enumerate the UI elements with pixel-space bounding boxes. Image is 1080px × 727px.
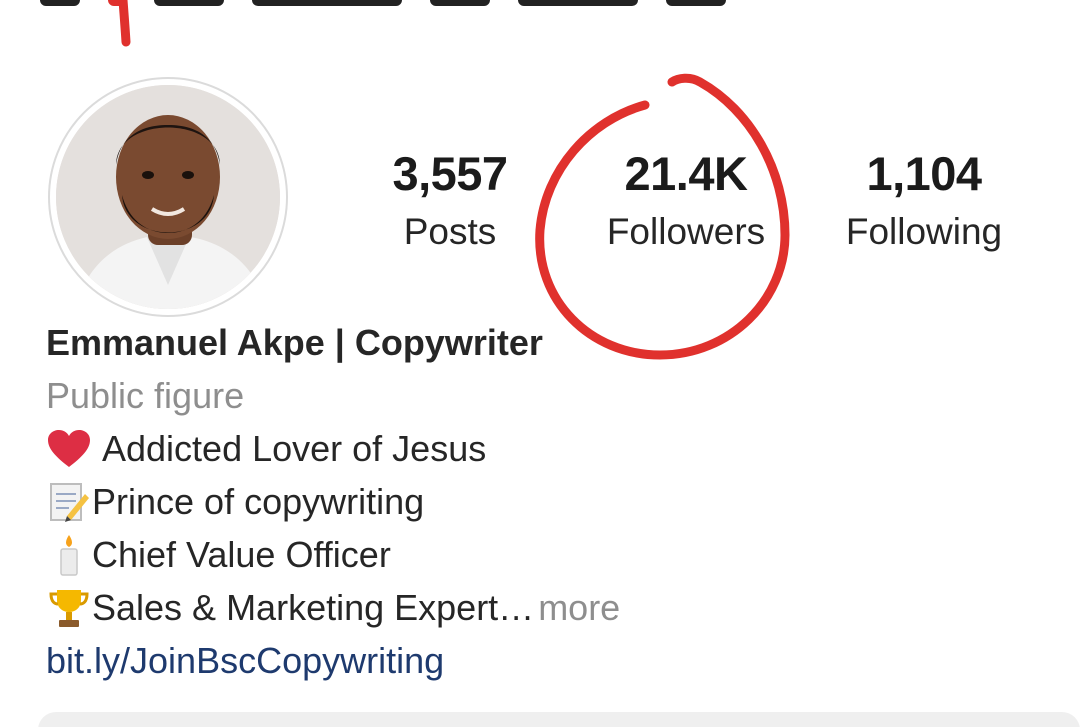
following-stat[interactable]: 1,104 Following: [824, 148, 1024, 254]
edit-profile-button[interactable]: [38, 712, 1080, 727]
bio-text: Chief Value Officer: [92, 534, 391, 575]
memo-icon: [46, 480, 92, 524]
bio-line: Prince of copywriting: [46, 480, 424, 524]
posts-stat[interactable]: 3,557 Posts: [350, 148, 550, 254]
profile-link[interactable]: bit.ly/JoinBscCopywriting: [46, 640, 444, 682]
profile-screen: 3,557 Posts 21.4K Followers 1,104 Follow…: [0, 0, 1080, 727]
trophy-icon: [46, 586, 92, 630]
bio-line: Sales & Marketing Expert… more: [46, 586, 620, 630]
bio-text: Sales & Marketing Expert…: [92, 587, 535, 628]
profile-name: Emmanuel Akpe | Copywriter: [46, 322, 543, 363]
followers-stat[interactable]: 21.4K Followers: [586, 148, 786, 254]
bio-text: Addicted Lover of Jesus: [102, 428, 487, 469]
following-count: 1,104: [866, 147, 982, 200]
followers-label: Followers: [606, 211, 766, 252]
more-link[interactable]: more: [538, 587, 620, 629]
profile-photo-illustration: [56, 85, 280, 309]
posts-count: 3,557: [392, 147, 508, 200]
avatar[interactable]: [48, 77, 288, 317]
posts-label: Posts: [403, 211, 497, 252]
profile-photo: [56, 85, 280, 309]
bio-text: Prince of copywriting: [92, 481, 425, 522]
cut-off-header: [40, 0, 940, 6]
candle-icon: [46, 533, 92, 577]
profile-category: Public figure: [46, 375, 245, 416]
followers-count: 21.4K: [624, 147, 748, 200]
bio-line: Chief Value Officer: [46, 533, 391, 577]
red-heart-icon: [46, 427, 92, 471]
following-label: Following: [845, 211, 1003, 252]
bio-line: Addicted Lover of Jesus: [46, 427, 486, 471]
